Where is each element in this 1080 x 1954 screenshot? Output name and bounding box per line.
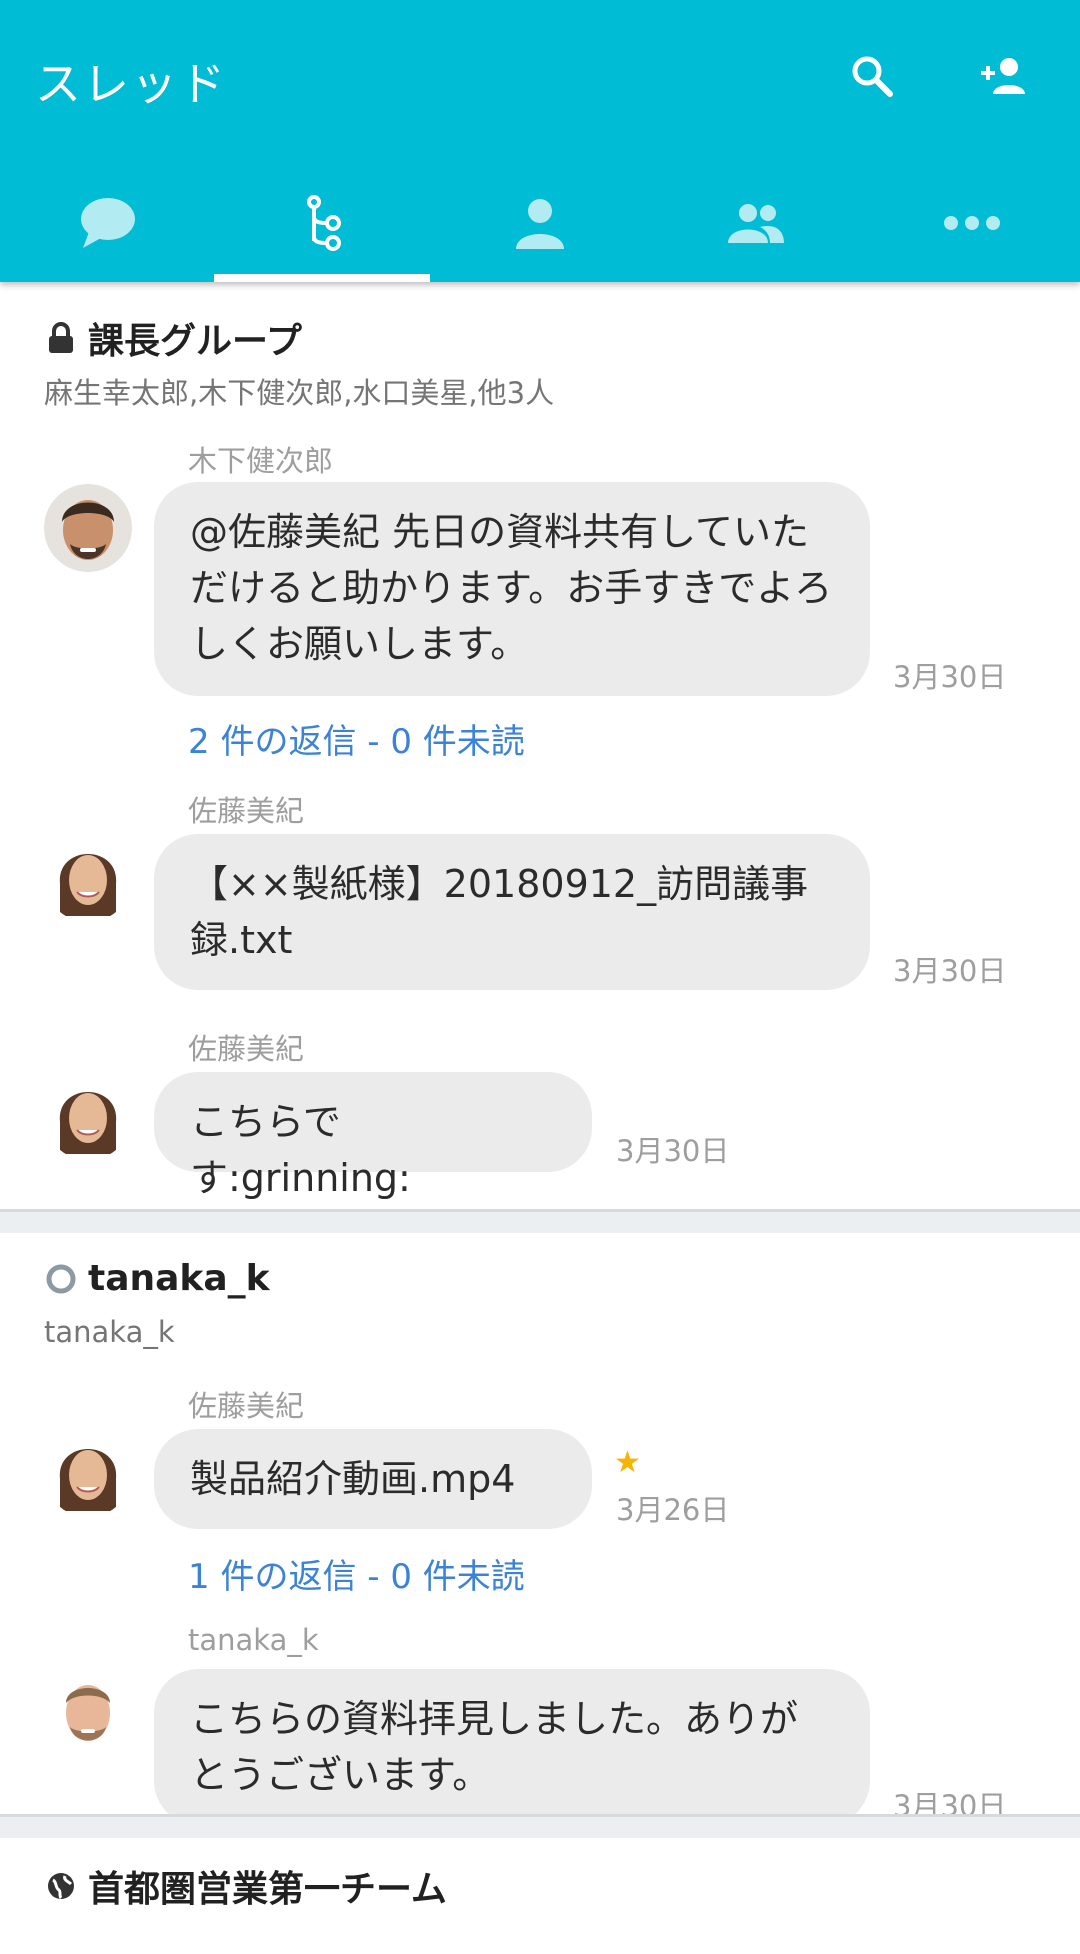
chat-bubble-icon [79,196,137,254]
message-sender: 佐藤美紀 [188,794,305,828]
message-sender: 木下健次郎 [188,444,334,478]
page-title: スレッド [35,57,227,111]
replies-link[interactable]: 2 件の返信 - 0 件未読 [188,714,525,763]
avatar[interactable] [44,1072,132,1160]
replies-link[interactable]: 1 件の返信 - 0 件未読 [188,1549,525,1598]
tab-groups[interactable] [648,168,864,282]
add-user-button[interactable] [974,48,1034,108]
message-date: 3月26日 [616,1493,730,1527]
thread-icon [304,195,344,255]
active-tab-indicator [214,274,430,282]
app-bar: スレッド [0,0,1080,282]
thread-members: 麻生幸太郎,木下健次郎,水口美星,他3人 [44,376,555,410]
section-divider [0,1814,1080,1838]
circle-icon [44,1262,78,1296]
message-date: 3月30日 [893,660,1007,694]
thread-list[interactable]: 課長グループ 麻生幸太郎,木下健次郎,水口美星,他3人 木下健次郎 @佐藤美紀 … [0,282,1080,1954]
message-bubble[interactable]: こちらです:grinning: [154,1072,592,1200]
thread-title[interactable]: tanaka_k [44,1258,270,1299]
avatar[interactable] [44,834,132,922]
message-bubble[interactable]: 【××製紙様】20180912_訪問議事録.txt [154,834,870,990]
avatar[interactable] [44,1429,132,1517]
thread-card: 課長グループ 麻生幸太郎,木下健次郎,水口美星,他3人 木下健次郎 @佐藤美紀 … [0,282,1080,1209]
thread-members: tanaka_k [44,1315,175,1349]
search-button[interactable] [842,48,902,108]
tab-threads[interactable] [216,168,432,282]
message-sender: 佐藤美紀 [188,1389,305,1423]
message-sender: 佐藤美紀 [188,1032,305,1066]
tab-more[interactable] [864,168,1080,282]
star-icon[interactable]: ★ [614,1445,641,1480]
people-icon [726,203,786,247]
thread-card: 首都圏営業第一チーム [0,1838,1080,1954]
message-date: 3月30日 [893,954,1007,988]
person-icon [514,197,566,253]
tab-chat[interactable] [0,168,216,282]
message-sender: tanaka_k [188,1623,319,1657]
avatar[interactable] [44,1669,132,1757]
search-icon [848,52,896,104]
message-bubble[interactable]: @佐藤美紀 先日の資料共有していただけると助かります。お手すきでよろしくお願いし… [154,482,870,696]
thread-title[interactable]: 首都圏営業第一チーム [44,1860,447,1912]
more-dots-icon [943,215,1001,235]
avatar[interactable] [44,484,132,572]
lock-icon [44,321,78,355]
message-date: 3月30日 [616,1134,730,1168]
tab-bar [0,168,1080,282]
thread-title[interactable]: 課長グループ [44,312,302,364]
message-bubble[interactable]: こちらの資料拝見しました。ありがとうございます。 [154,1669,870,1825]
section-divider [0,1209,1080,1233]
add-person-icon [979,56,1029,100]
message-bubble[interactable]: 製品紹介動画.mp4 [154,1429,592,1529]
tab-contacts[interactable] [432,168,648,282]
globe-icon [44,1869,78,1903]
thread-card: tanaka_k tanaka_k 佐藤美紀 製品紹介動画.mp4 ★ 3月26… [0,1233,1080,1825]
